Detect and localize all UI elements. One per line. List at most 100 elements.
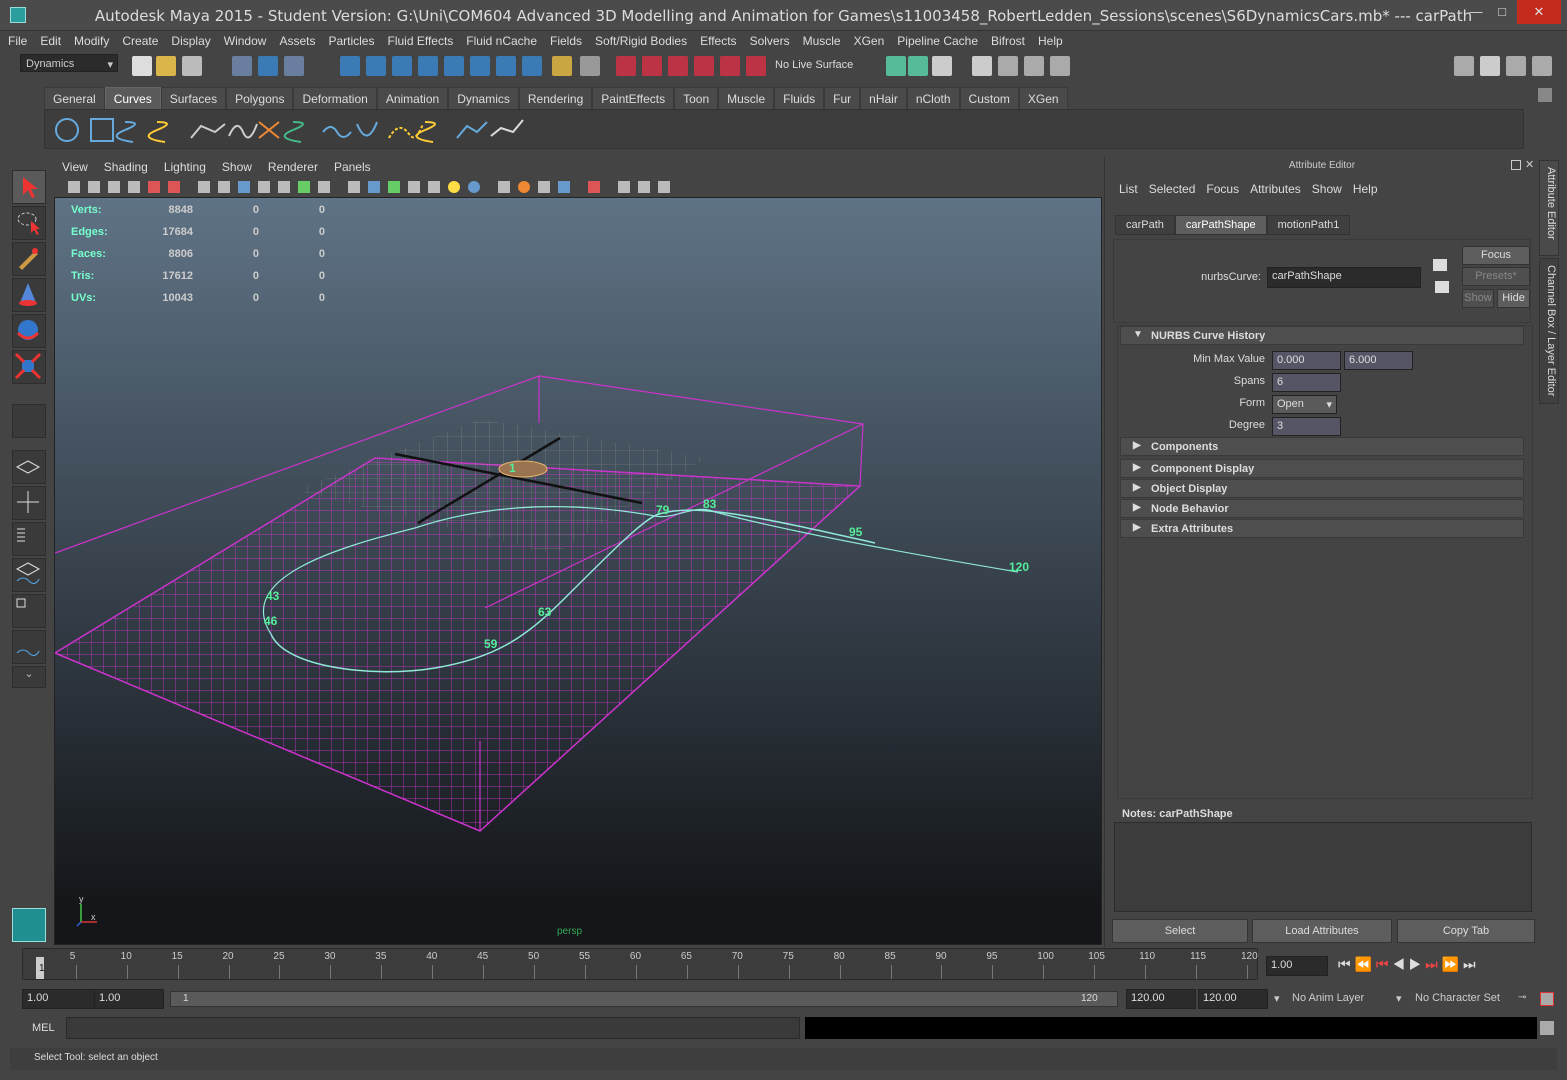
step-forward-key-icon[interactable]: ⏭ <box>1425 956 1438 972</box>
render-region-icon[interactable] <box>886 56 906 76</box>
open-scene-icon[interactable] <box>156 56 176 76</box>
menu-fields[interactable]: Fields <box>542 31 587 48</box>
preferences-icon[interactable] <box>1540 992 1554 1006</box>
selected-object-icon[interactable] <box>580 56 600 76</box>
menu-window[interactable]: Window <box>216 31 272 48</box>
select-tool-button[interactable] <box>12 170 46 204</box>
copy-node-icon[interactable] <box>1433 259 1447 271</box>
snap-point-icon[interactable] <box>392 56 412 76</box>
xray-icon[interactable] <box>558 181 570 193</box>
load-attributes-button[interactable]: Load Attributes <box>1252 919 1392 943</box>
tab-deformation[interactable]: Deformation <box>293 87 377 111</box>
spans-field[interactable]: 6 <box>1272 373 1341 392</box>
menu-fluid-effects[interactable]: Fluid Effects <box>379 31 458 48</box>
curve-editing-tool-icon[interactable] <box>490 119 524 137</box>
current-time-field[interactable]: 1.00 <box>1266 956 1328 976</box>
menuset-dropdown[interactable]: Dynamics ▾ <box>20 54 118 72</box>
layout-expand-button[interactable]: ⌄ <box>12 666 46 688</box>
rebuild-curve-icon[interactable] <box>415 121 436 143</box>
shadows-icon[interactable] <box>448 181 460 193</box>
tab-xgen[interactable]: XGen <box>1018 87 1068 111</box>
menu-particles[interactable]: Particles <box>320 31 379 48</box>
viewport-menu-show[interactable]: Show <box>214 157 260 174</box>
tab-surfaces[interactable]: Surfaces <box>160 87 227 111</box>
textured-icon[interactable] <box>408 181 420 193</box>
render-view-icon[interactable] <box>972 56 992 76</box>
focus-button[interactable]: Focus <box>1462 246 1530 265</box>
depth-of-field-icon[interactable] <box>538 181 550 193</box>
command-input[interactable] <box>66 1017 800 1039</box>
select-component-icon[interactable] <box>284 56 304 76</box>
notes-textarea[interactable] <box>1114 822 1532 912</box>
snap-live-icon[interactable] <box>444 56 464 76</box>
history-icon[interactable] <box>616 56 636 76</box>
character-set-dropdown[interactable]: No Character Set <box>1410 989 1515 1009</box>
wireframe-on-shaded-icon[interactable] <box>388 181 400 193</box>
rotate-tool-button[interactable] <box>12 314 46 348</box>
magnet-symmetry-icon[interactable] <box>694 56 714 76</box>
section-nurbs-curve-history[interactable]: ▼ NURBS Curve History <box>1120 326 1524 345</box>
insert-knot-icon[interactable] <box>322 126 352 138</box>
use-all-lights-icon[interactable] <box>428 181 440 193</box>
smooth-shade-icon[interactable] <box>368 181 380 193</box>
scale-tool-button[interactable] <box>12 350 46 384</box>
move-tool-button[interactable] <box>12 278 46 312</box>
section-component-display[interactable]: ▶ Component Display <box>1120 459 1524 478</box>
multisample-icon[interactable] <box>518 181 530 193</box>
menu-edit[interactable]: Edit <box>32 31 66 48</box>
snap-edge-icon[interactable] <box>496 56 516 76</box>
select-hierarchy-icon[interactable] <box>232 56 252 76</box>
grease-pencil-icon[interactable] <box>168 181 180 193</box>
menu-display[interactable]: Display <box>163 31 215 48</box>
xray-joints-icon[interactable] <box>618 181 630 193</box>
close-icon[interactable]: ✕ <box>1525 158 1534 171</box>
presets-button[interactable]: Presets* <box>1462 267 1530 286</box>
lasso-tool-button[interactable] <box>12 206 46 240</box>
step-back-icon[interactable]: ⏪ <box>1355 956 1372 972</box>
viewport-persp[interactable]: Verts: 8848 0 0 Edges: 17684 0 0 Faces: 8806 0 0 … <box>54 197 1102 945</box>
max-value-field[interactable]: 6.000 <box>1344 351 1413 370</box>
construction-history-icon[interactable] <box>642 56 662 76</box>
menu-solvers[interactable]: Solvers <box>742 31 795 48</box>
snap-plane-icon[interactable] <box>418 56 438 76</box>
extend-curve-icon[interactable] <box>356 121 378 137</box>
ae-menu-help[interactable]: Help <box>1347 182 1383 196</box>
script-editor-icon[interactable] <box>1540 1021 1554 1035</box>
add-points-icon[interactable] <box>456 121 488 139</box>
nurbs-circle-icon[interactable] <box>55 118 79 142</box>
snap-view-icon[interactable] <box>470 56 490 76</box>
anim-start-field[interactable]: 1.00 <box>22 989 100 1009</box>
side-tab-channel-box[interactable]: Channel Box / Layer Editor <box>1539 258 1559 404</box>
help-icon[interactable] <box>522 56 542 76</box>
render-settings-icon[interactable] <box>932 56 952 76</box>
anim-end-field[interactable]: 120.00 <box>1198 989 1268 1009</box>
tab-fluids[interactable]: Fluids <box>774 87 825 111</box>
chevron-down-icon[interactable]: ▾ <box>1396 992 1402 1005</box>
graph-editor-layout-button[interactable] <box>12 558 46 592</box>
hypershade-layout-button[interactable] <box>12 594 46 628</box>
menu-bifrost[interactable]: Bifrost <box>983 31 1030 48</box>
menu-effects[interactable]: Effects <box>692 31 741 48</box>
detach-curves-icon[interactable] <box>283 121 304 143</box>
magnet-object-icon[interactable] <box>720 56 740 76</box>
modeling-toolkit-icon[interactable] <box>1454 56 1474 76</box>
render-batch-icon[interactable] <box>1050 56 1070 76</box>
menu-fluid-ncache[interactable]: Fluid nCache <box>458 31 542 48</box>
tab-toon[interactable]: Toon <box>674 87 719 111</box>
snap-grid-icon[interactable] <box>340 56 360 76</box>
bookmark-icon[interactable] <box>108 181 120 193</box>
grid-toggle-icon[interactable] <box>198 181 210 193</box>
close-button[interactable]: ✕ <box>1517 0 1561 24</box>
xray-components-icon[interactable] <box>638 181 650 193</box>
section-node-behavior[interactable]: ▶ Node Behavior <box>1120 499 1524 518</box>
hypershade-icon[interactable] <box>1024 56 1044 76</box>
menu-modify[interactable]: Modify <box>66 31 114 48</box>
play-forwards-icon[interactable]: ▶ <box>1409 956 1422 972</box>
safe-title-icon[interactable] <box>318 181 330 193</box>
viewport-menu-shading[interactable]: Shading <box>96 157 156 174</box>
ae-menu-selected[interactable]: Selected <box>1143 182 1201 196</box>
command-language-label[interactable]: MEL <box>32 1022 55 1034</box>
ipr-render-icon[interactable] <box>998 56 1018 76</box>
attribute-editor-toggle-icon[interactable] <box>1480 56 1500 76</box>
timeline-track[interactable]: 1 5 10 15 20 25 30 35 40 45 50 55 60 65 70 75 80 85 90 95 1… <box>22 948 1258 980</box>
